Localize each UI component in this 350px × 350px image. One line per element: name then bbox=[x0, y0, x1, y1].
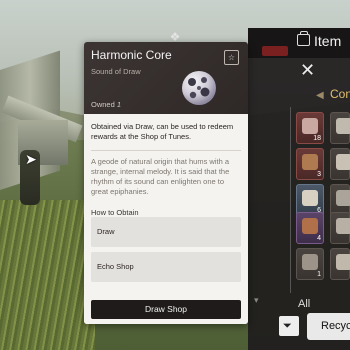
draw-shop-label: Draw Shop bbox=[144, 304, 188, 314]
item-icon bbox=[336, 154, 350, 170]
item-subtitle: Sound of Draw bbox=[91, 67, 141, 76]
inventory-slot[interactable] bbox=[330, 112, 350, 144]
favorite-star-icon[interactable]: ☆ bbox=[224, 50, 239, 65]
inventory-slot[interactable]: 4 bbox=[296, 212, 324, 244]
item-icon bbox=[302, 254, 318, 270]
filter-button[interactable]: ⏷ bbox=[279, 316, 299, 336]
item-icon bbox=[336, 190, 350, 206]
item-icon bbox=[302, 218, 318, 234]
mouse-cursor-icon: ➤ bbox=[25, 152, 37, 168]
inventory-slot[interactable] bbox=[330, 248, 350, 280]
owned-count: Owned 1 bbox=[91, 100, 121, 109]
item-title: Harmonic Core bbox=[91, 48, 172, 62]
grid-divider bbox=[290, 107, 291, 293]
obtain-source-draw[interactable]: Draw bbox=[91, 217, 241, 247]
item-icon bbox=[302, 190, 318, 206]
filter-icon: ⏷ bbox=[283, 319, 292, 332]
owned-label: Owned bbox=[91, 100, 115, 109]
how-to-obtain-heading: How to Obtain bbox=[91, 208, 139, 217]
slot-count: 1 bbox=[317, 271, 321, 278]
close-icon[interactable]: ✕ bbox=[300, 62, 315, 80]
item-detail-card: Harmonic Core Sound of Draw ☆ Owned 1 Ob… bbox=[84, 42, 248, 324]
inventory-category-tab[interactable]: Con bbox=[330, 87, 350, 105]
inventory-slot[interactable]: 1 bbox=[296, 248, 324, 280]
item-icon bbox=[336, 254, 350, 270]
chevron-left-icon[interactable]: ◀ bbox=[316, 90, 324, 101]
item-icon bbox=[302, 118, 318, 134]
slot-count: 18 bbox=[313, 135, 321, 142]
bag-icon bbox=[297, 31, 310, 46]
item-icon bbox=[302, 154, 318, 170]
harmonic-core-icon bbox=[182, 71, 216, 105]
inventory-slot[interactable] bbox=[330, 212, 350, 244]
inventory-tab-marker[interactable] bbox=[262, 46, 288, 56]
draw-shop-button[interactable]: Draw Shop bbox=[91, 300, 241, 319]
obtain-source-label: Draw bbox=[97, 227, 115, 236]
grass-patch bbox=[0, 200, 95, 350]
item-description: Obtained via Draw, can be used to redeem… bbox=[91, 122, 234, 141]
recycle-button[interactable]: Recycle bbox=[307, 313, 350, 340]
item-icon bbox=[336, 118, 350, 134]
inventory-filter[interactable]: All bbox=[298, 298, 310, 310]
obtain-source-label: Echo Shop bbox=[97, 262, 134, 271]
inventory-title: Item bbox=[314, 33, 342, 49]
item-lore: A geode of natural origin that hums with… bbox=[91, 157, 230, 196]
obtain-source-echo-shop[interactable]: Echo Shop bbox=[91, 252, 241, 282]
item-icon bbox=[336, 218, 350, 234]
chevron-down-icon[interactable]: ▾ bbox=[254, 296, 259, 306]
recycle-label: Recycle bbox=[321, 320, 350, 332]
inventory-slot[interactable]: 3 bbox=[296, 148, 324, 180]
slot-count: 3 bbox=[317, 171, 321, 178]
owned-value: 1 bbox=[116, 100, 122, 109]
divider bbox=[91, 150, 241, 151]
inventory-slot[interactable] bbox=[330, 148, 350, 180]
slot-count: 4 bbox=[317, 235, 321, 242]
inventory-slot[interactable]: 18 bbox=[296, 112, 324, 144]
